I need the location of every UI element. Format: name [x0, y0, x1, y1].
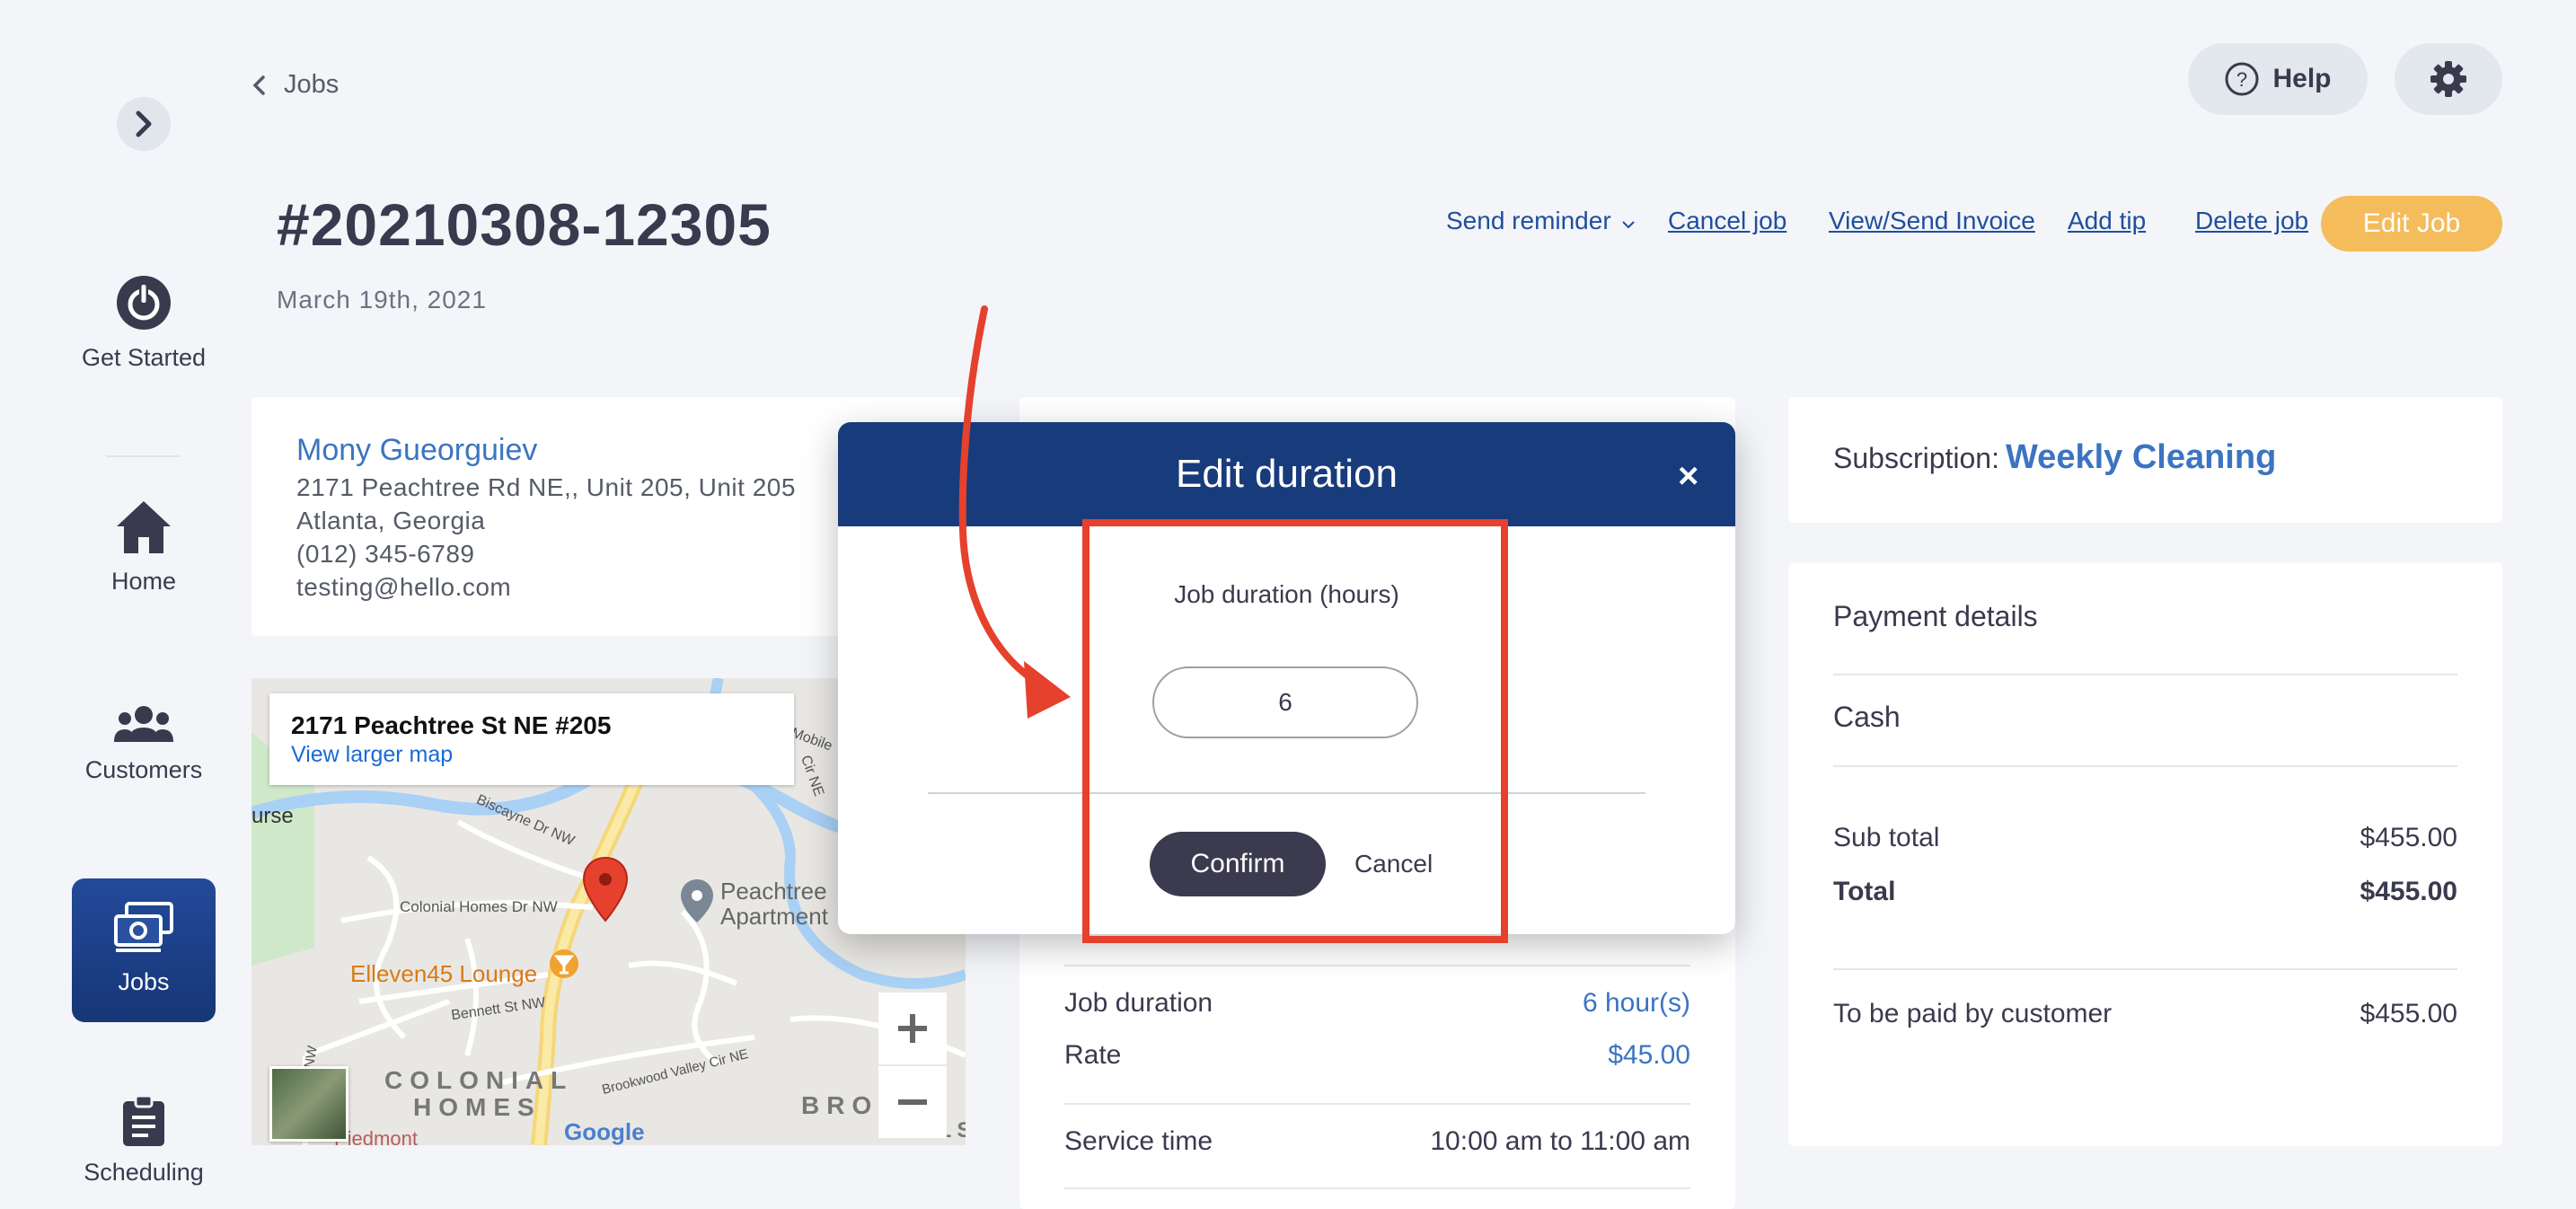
sidebar-item-scheduling[interactable]: Scheduling [54, 1096, 234, 1187]
view-send-invoice-link[interactable]: View/Send Invoice [1829, 207, 2035, 235]
annotation-highlight-box [1082, 519, 1508, 943]
chevron-right-icon [136, 110, 152, 137]
bar-pin-icon[interactable] [548, 948, 580, 980]
customer-email: testing@hello.com [296, 573, 512, 601]
divider [1833, 674, 2457, 675]
add-tip-link[interactable]: Add tip [2068, 207, 2146, 235]
subtotal-label: Sub total [1833, 823, 1940, 852]
customer-city: Atlanta, Georgia [296, 507, 486, 534]
plus-icon [898, 1014, 927, 1043]
sidebar-item-label: Get Started [81, 344, 207, 371]
service-time-value: 10:00 am to 11:00 am [1430, 1126, 1690, 1156]
sidebar-item-jobs[interactable]: Jobs [72, 878, 216, 1022]
payment-details-card: Payment details Cash Sub total $455.00 T… [1788, 562, 2502, 1146]
delete-job-link[interactable]: Delete job [2195, 207, 2308, 235]
jobs-icon [114, 902, 173, 952]
divider [1064, 1187, 1690, 1189]
sidebar-item-home[interactable]: Home [54, 499, 234, 596]
satellite-toggle[interactable] [269, 1066, 348, 1142]
map-label: BRO [801, 1091, 879, 1119]
divider [1064, 1103, 1690, 1105]
sidebar-toggle-button[interactable] [117, 97, 171, 151]
users-icon [114, 706, 173, 742]
paid-by-label: To be paid by customer [1833, 999, 2113, 1028]
divider [1833, 968, 2457, 970]
total-value: $455.00 [2360, 877, 2457, 906]
map-info-card: 2171 Peachtree St NE #205 View larger ma… [269, 693, 794, 785]
annotation-arrow-icon [958, 305, 1071, 719]
sidebar-item-label: Customers [84, 756, 203, 783]
sidebar-divider [106, 455, 180, 457]
zoom-in-button[interactable] [878, 993, 947, 1064]
service-time-label: Service time [1064, 1126, 1213, 1156]
divider [1833, 765, 2457, 767]
rate-value[interactable]: $45.00 [1608, 1040, 1690, 1071]
rate-label: Rate [1064, 1040, 1122, 1070]
clipboard-icon [123, 1096, 164, 1146]
sidebar-item-label: Jobs [118, 968, 170, 995]
map-address: 2171 Peachtree St NE #205 [291, 711, 612, 739]
question-circle-icon: ? [2225, 62, 2259, 96]
subscription-card: Subscription: Weekly Cleaning [1788, 397, 2502, 523]
map-label: COLONIAL [384, 1066, 574, 1094]
breadcrumb-link[interactable]: Jobs [284, 70, 339, 100]
modal-title: Edit duration [1175, 452, 1398, 496]
send-reminder-dropdown[interactable]: Send reminder [1446, 207, 1636, 235]
map-pin-icon[interactable] [582, 856, 629, 922]
subscription-value[interactable]: Weekly Cleaning [2006, 438, 2276, 477]
power-icon [117, 276, 171, 330]
help-button[interactable]: ? Help [2188, 43, 2368, 115]
page-title: #20210308-12305 [277, 191, 772, 258]
map-label: Peachtree [720, 878, 827, 905]
map-label: Apartment [720, 903, 828, 930]
customer-phone: (012) 345-6789 [296, 540, 475, 568]
customer-address: 2171 Peachtree Rd NE,, Unit 205, Unit 20… [296, 473, 796, 501]
map-label: Colonial Homes Dr NW [400, 898, 558, 915]
map-label: urse [251, 804, 294, 828]
sidebar-item-customers[interactable]: Customers [54, 704, 234, 784]
job-date: March 19th, 2021 [277, 286, 487, 313]
breadcrumb[interactable]: Jobs [251, 70, 339, 100]
home-icon [117, 501, 171, 553]
close-icon[interactable]: × [1678, 456, 1698, 497]
sidebar-item-get-started[interactable]: Get Started [54, 274, 234, 372]
total-label: Total [1833, 877, 1896, 906]
minus-icon [898, 1099, 927, 1105]
google-logo: Google [564, 1118, 645, 1145]
sidebar-item-label: Scheduling [84, 1159, 204, 1186]
divider [1064, 965, 1690, 966]
subtotal-value: $455.00 [2360, 823, 2457, 852]
customer-name[interactable]: Mony Gueorguiev [296, 433, 537, 468]
paid-by-value: $455.00 [2360, 999, 2457, 1028]
send-reminder-label: Send reminder [1446, 207, 1611, 234]
view-larger-map-link[interactable]: View larger map [291, 742, 453, 768]
payment-title: Payment details [1833, 600, 2038, 632]
sidebar-item-label: Home [110, 568, 177, 595]
map-label: Elleven45 Lounge [350, 960, 538, 987]
chevron-left-icon [252, 75, 265, 95]
map-label: HOMES [413, 1093, 542, 1121]
place-pin-icon[interactable] [679, 878, 715, 924]
job-duration-value[interactable]: 6 hour(s) [1583, 988, 1690, 1019]
payment-method: Cash [1833, 701, 1901, 733]
zoom-out-button[interactable] [878, 1066, 947, 1138]
job-duration-label: Job duration [1064, 988, 1213, 1018]
chevron-down-icon [1622, 221, 1636, 229]
subscription-label: Subscription: [1833, 442, 1999, 474]
gear-icon [2430, 61, 2466, 97]
settings-button[interactable] [2395, 43, 2502, 115]
svg-text:?: ? [2236, 68, 2247, 91]
cancel-job-link[interactable]: Cancel job [1668, 207, 1786, 235]
edit-job-button[interactable]: Edit Job [2321, 196, 2502, 252]
help-label: Help [2272, 64, 2332, 93]
